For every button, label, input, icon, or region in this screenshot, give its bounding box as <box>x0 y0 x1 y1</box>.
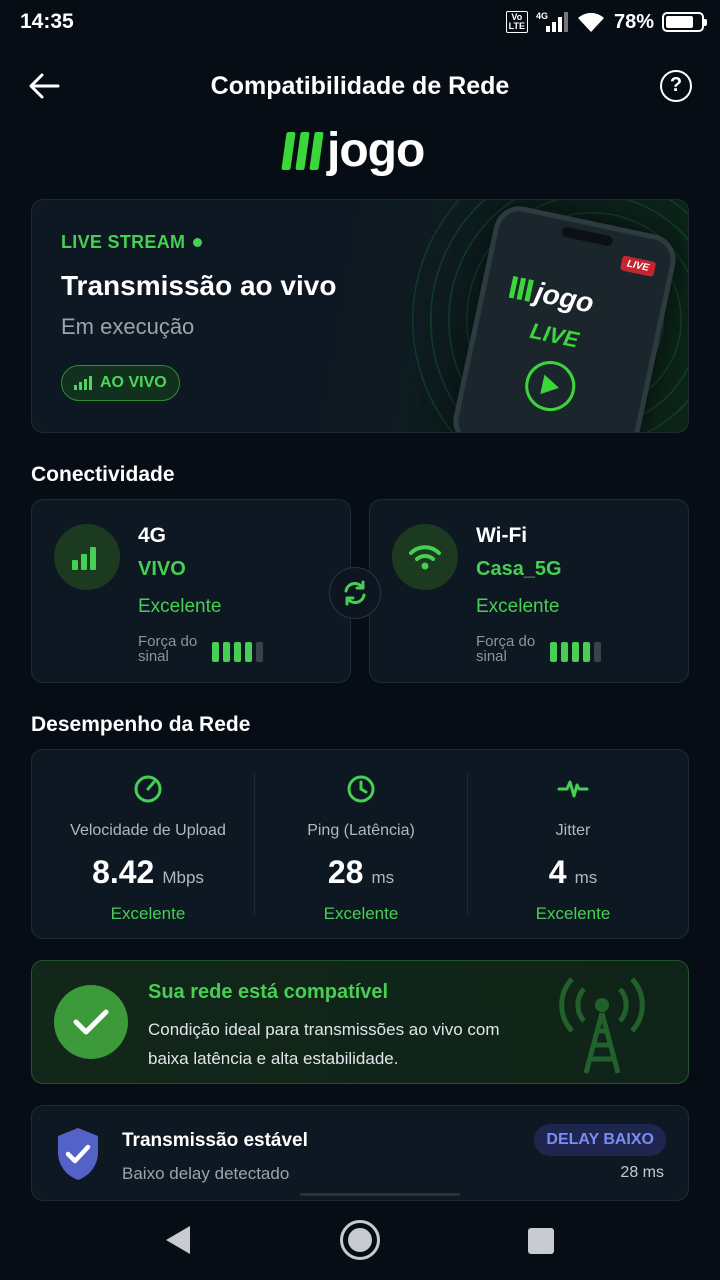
connectivity-title: Conectividade <box>31 463 175 486</box>
phone-live-badge: LIVE <box>619 255 657 278</box>
signal-bar <box>594 642 601 662</box>
battery-icon <box>662 12 707 32</box>
metric-upload: Velocidade de Upload 8.42 Mbps Excelente <box>42 750 254 940</box>
logo-bars-icon <box>281 132 324 170</box>
signal-bar <box>223 642 230 662</box>
metric-value-row: 28 ms <box>255 854 467 891</box>
connection-name: 4G <box>138 524 167 547</box>
phone-logo: jogo <box>508 271 597 320</box>
nav-home-button[interactable] <box>340 1220 380 1260</box>
metric-value: 4 <box>548 854 567 890</box>
delay-value: 28 ms <box>620 1164 664 1181</box>
live-dot-icon <box>193 238 203 247</box>
performance-title: Desempenho da Rede <box>31 713 251 736</box>
status-time: 14:35 <box>20 10 74 33</box>
stream-status: Em execução <box>61 314 195 339</box>
signal-strength-label: Força do sinal <box>476 633 536 665</box>
swap-network-button[interactable] <box>329 567 381 619</box>
help-icon[interactable]: ? <box>660 70 692 102</box>
signal-bar <box>212 642 219 662</box>
connection-name: Wi-Fi <box>476 524 528 547</box>
metric-value: 28 <box>327 854 364 890</box>
nav-back-button[interactable] <box>166 1226 190 1254</box>
metric-quality: Excelente <box>535 904 611 923</box>
stream-title: Transmissão ao vivo <box>61 270 337 301</box>
metric-quality: Excelente <box>323 904 399 923</box>
signal-bar <box>245 642 252 662</box>
performance-card: Velocidade de Upload 8.42 Mbps Excelente … <box>31 749 689 939</box>
ao-vivo-label: AO VIVO <box>100 374 167 391</box>
metric-value: 8.42 <box>92 854 155 890</box>
signal-bar <box>561 642 568 662</box>
signal-bar <box>256 642 263 662</box>
wifi-status-icon <box>577 12 604 32</box>
stable-title: Transmissão estável <box>122 1130 308 1151</box>
metric-quality: Excelente <box>110 904 186 923</box>
signal-bar <box>583 642 590 662</box>
metric-value-row: 4 ms <box>467 854 679 891</box>
broadcast-tower-icon <box>559 977 645 1074</box>
connection-ssid: Casa_5G <box>476 558 562 580</box>
compat-title: Sua rede está compatível <box>148 981 389 1003</box>
metric-value-row: 8.42 Mbps <box>42 854 254 891</box>
clock-icon <box>347 775 375 803</box>
volte-icon: Vo LTE <box>505 11 528 33</box>
phone-notch <box>560 226 614 247</box>
svg-text:4G: 4G <box>536 11 548 21</box>
phone-live-text: LIVE <box>527 317 581 353</box>
metric-unit: ms <box>371 868 395 887</box>
cellular-signal-icon: 4G <box>536 11 568 32</box>
battery-percent: 78% <box>613 10 654 33</box>
cellular-icon <box>54 524 120 590</box>
jogo-logo: jogo <box>281 124 425 177</box>
phone-logo-bars-icon <box>508 275 534 302</box>
metric-label: Velocidade de Upload <box>70 822 226 839</box>
signal-strength-bars <box>550 642 601 662</box>
stable-subtitle: Baixo delay detectado <box>122 1164 290 1183</box>
stable-transmission-card: Transmissão estável Baixo delay detectad… <box>31 1105 689 1201</box>
live-stream-label: LIVE STREAM <box>61 232 186 252</box>
signal-bar <box>234 642 241 662</box>
metric-label: Jitter <box>555 822 591 839</box>
connection-quality: Excelente <box>138 596 222 617</box>
status-icons: Vo LTE 4G 78% <box>505 10 707 34</box>
connection-carrier: VIVO <box>138 558 186 580</box>
delay-badge: DELAY BAIXO <box>534 1124 666 1156</box>
signal-bar <box>572 642 579 662</box>
phone-logo-text: jogo <box>532 276 597 319</box>
metric-label: Ping (Latência) <box>307 822 415 839</box>
compatibility-banner: Sua rede está compatível Condição ideal … <box>31 960 689 1084</box>
live-stream-card[interactable]: LIVE STREAM Transmissão ao vivo Em execu… <box>31 199 689 433</box>
connection-card-wifi[interactable]: Wi-Fi Casa_5G Excelente Força do sinal <box>369 499 689 683</box>
metric-unit: Mbps <box>162 868 204 887</box>
check-icon <box>54 985 128 1059</box>
ao-vivo-badge: AO VIVO <box>61 365 180 401</box>
pulse-icon <box>557 780 589 798</box>
wifi-icon <box>392 524 458 590</box>
shield-check-icon <box>58 1128 98 1180</box>
page-title: Compatibilidade de Rede <box>210 72 510 100</box>
play-icon <box>520 356 580 416</box>
speedometer-icon <box>134 775 162 803</box>
scroll-indicator <box>300 1193 460 1196</box>
metric-unit: ms <box>574 868 598 887</box>
signal-strength-label: Força do sinal <box>138 633 198 665</box>
metric-ping: Ping (Latência) 28 ms Excelente <box>255 750 467 940</box>
live-stream-tag: LIVE STREAM <box>61 232 203 253</box>
signal-bars-icon <box>74 376 92 390</box>
nav-recents-button[interactable] <box>528 1228 554 1254</box>
signal-bar <box>550 642 557 662</box>
metric-jitter: Jitter 4 ms Excelente <box>467 750 679 940</box>
signal-strength-bars <box>212 642 263 662</box>
connection-quality: Excelente <box>476 596 560 617</box>
compat-description: Condição ideal para transmissões ao vivo… <box>148 1020 500 1068</box>
logo-text: jogo <box>327 124 425 177</box>
connection-card-4g[interactable]: 4G VIVO Excelente Força do sinal <box>31 499 351 683</box>
refresh-icon <box>344 580 366 606</box>
